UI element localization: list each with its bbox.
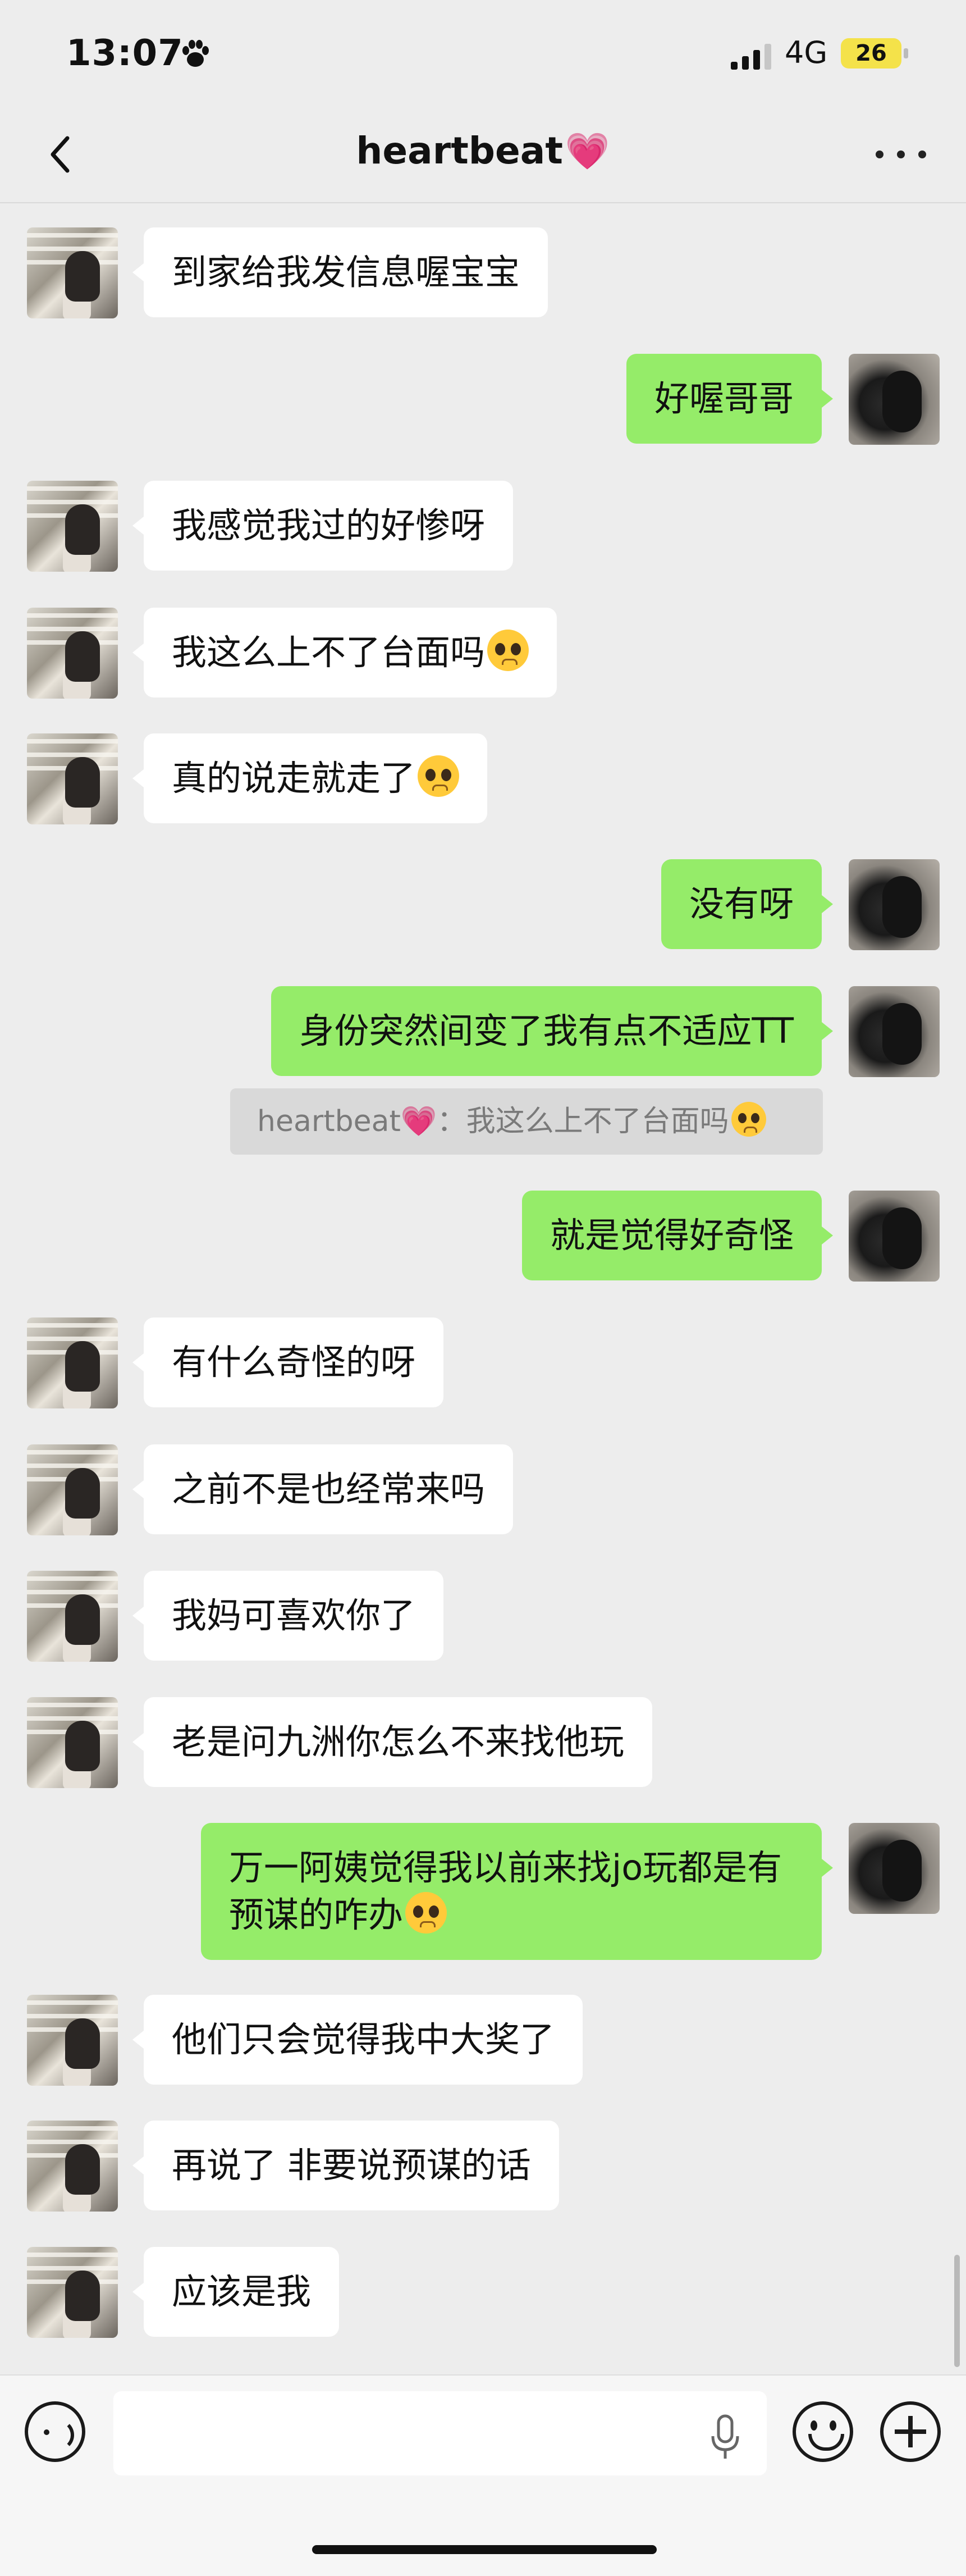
voice-icon[interactable] xyxy=(25,2401,85,2462)
battery-cap xyxy=(904,48,908,58)
battery-indicator: 26 xyxy=(841,38,901,69)
my-avatar[interactable] xyxy=(849,354,940,445)
plus-icon[interactable] xyxy=(880,2401,941,2462)
pleading-face-icon xyxy=(418,755,460,797)
contact-avatar[interactable] xyxy=(27,608,118,699)
contact-avatar[interactable] xyxy=(27,481,118,572)
message-bubble-sent[interactable]: 好喔哥哥 xyxy=(626,354,834,444)
my-avatar[interactable] xyxy=(849,986,940,1077)
contact-avatar[interactable] xyxy=(27,2121,118,2212)
quoted-reply[interactable]: heartbeat💗：我这么上不了台面吗 xyxy=(230,1088,823,1155)
scrollbar[interactable] xyxy=(954,2255,960,2367)
message-bubble-sent[interactable]: 身份突然间变了我有点不适应TT xyxy=(271,986,833,1076)
message-bubble-received[interactable]: 之前不是也经常来吗 xyxy=(132,1444,514,1534)
crying-face-icon xyxy=(405,1892,447,1934)
message-bubble-received[interactable]: 他们只会觉得我中大奖了 xyxy=(132,1995,583,2085)
dot xyxy=(897,151,905,158)
more-dots-icon[interactable] xyxy=(876,138,926,171)
status-time: 13:07 xyxy=(66,33,184,74)
contact-avatar[interactable] xyxy=(27,733,118,824)
message-bubble-received[interactable]: 再说了 非要说预谋的话 xyxy=(132,2121,559,2210)
chat-title-text: heartbeat xyxy=(356,129,563,172)
message-bubble-received[interactable]: 我感觉我过的好惨呀 xyxy=(132,481,514,571)
home-indicator[interactable] xyxy=(312,2545,657,2554)
message-bubble-received[interactable]: 我妈可喜欢你了 xyxy=(132,1571,444,1661)
message-bubble-received[interactable]: 有什么奇怪的呀 xyxy=(132,1317,444,1407)
pleading-face-icon xyxy=(487,630,529,671)
contact-avatar[interactable] xyxy=(27,1444,118,1535)
message-bubble-received[interactable]: 我这么上不了台面吗 xyxy=(132,608,557,697)
contact-avatar[interactable] xyxy=(27,1317,118,1408)
my-avatar[interactable] xyxy=(849,1823,940,1914)
contact-avatar[interactable] xyxy=(27,227,118,318)
message-bubble-received[interactable]: 真的说走就走了 xyxy=(132,733,488,823)
message-bubble-sent[interactable]: 就是觉得好奇怪 xyxy=(521,1191,834,1280)
paw-icon xyxy=(182,40,209,67)
contact-avatar[interactable] xyxy=(27,1697,118,1788)
status-bar: 13:07 4G 26 xyxy=(0,0,966,107)
chat-title: heartbeat💗 xyxy=(0,129,966,172)
smiley-icon[interactable] xyxy=(793,2401,853,2462)
message-bubble-sent[interactable]: 没有呀 xyxy=(661,859,834,949)
message-bubble-sent[interactable]: 万一阿姨觉得我以前来找jo玩都是有 预谋的咋办 xyxy=(201,1823,833,1960)
microphone-icon[interactable] xyxy=(708,2414,742,2461)
dot xyxy=(918,151,926,158)
dot xyxy=(876,151,883,158)
heart-icon: 💗 xyxy=(565,131,610,172)
contact-avatar[interactable] xyxy=(27,1995,118,2086)
message-bubble-received[interactable]: 应该是我 xyxy=(132,2247,340,2337)
pleading-face-icon xyxy=(731,1102,766,1137)
chat-header: heartbeat💗 xyxy=(0,107,966,203)
my-avatar[interactable] xyxy=(849,1191,940,1282)
contact-avatar[interactable] xyxy=(27,2247,118,2338)
signal-icon xyxy=(731,44,771,70)
input-bar xyxy=(0,2374,966,2576)
contact-avatar[interactable] xyxy=(27,1571,118,1662)
message-bubble-received[interactable]: 到家给我发信息喔宝宝 xyxy=(132,227,548,317)
network-type: 4G xyxy=(785,35,828,70)
message-input[interactable] xyxy=(113,2391,767,2475)
my-avatar[interactable] xyxy=(849,859,940,950)
message-bubble-received[interactable]: 老是问九洲你怎么不来找他玩 xyxy=(132,1697,653,1787)
